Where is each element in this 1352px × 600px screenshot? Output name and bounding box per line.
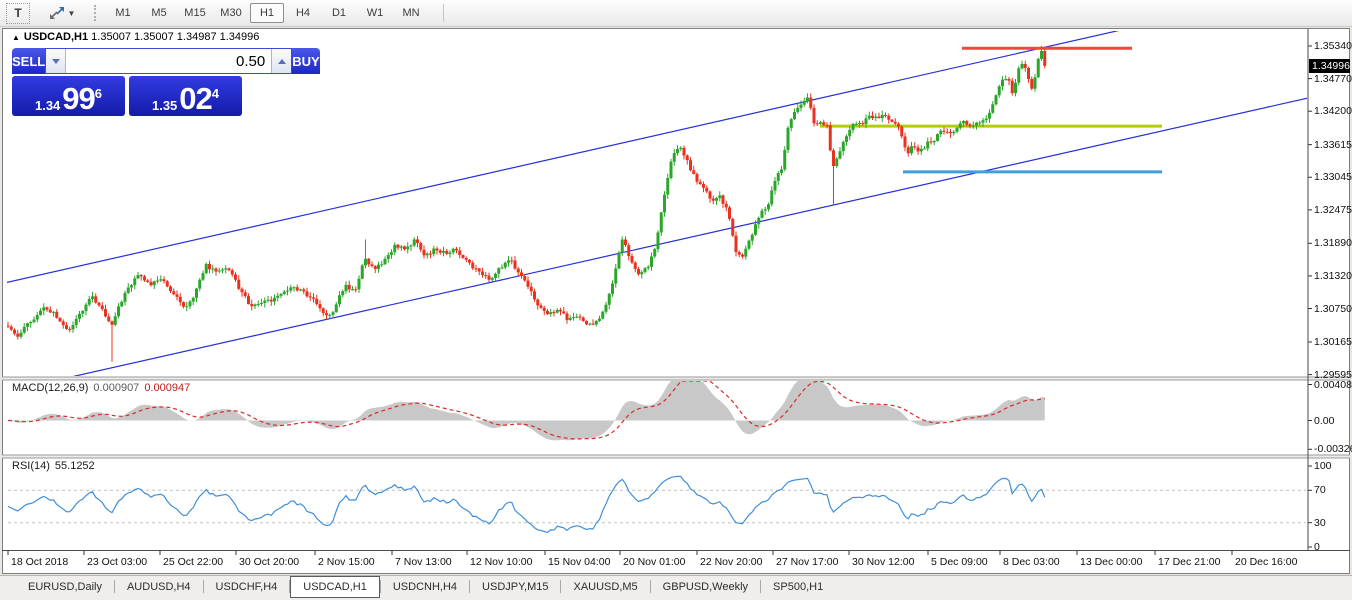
chart-tab-audusd[interactable]: AUDUSD,H4 — [115, 576, 203, 597]
time-axis-label: 20 Dec 16:00 — [1235, 556, 1297, 568]
time-axis-label: 25 Oct 22:00 — [163, 556, 223, 568]
volume-decrease-button[interactable] — [46, 49, 66, 73]
rsi-label: RSI(14)55.1252 — [12, 460, 95, 472]
time-axis-label: 30 Oct 20:00 — [239, 556, 299, 568]
chart-tab-bar: EURUSD,DailyAUDUSD,H4USDCHF,H4USDCAD,H1U… — [0, 575, 1352, 600]
price-axis-label: 1.32475 — [1314, 204, 1352, 216]
rsi-axis-label: 100 — [1314, 460, 1332, 472]
buy-button[interactable]: BUY — [292, 48, 319, 74]
chart-tab-usdcad[interactable]: USDCAD,H1 — [290, 576, 380, 598]
arrow-down-icon — [52, 59, 60, 64]
time-axis-label: 17 Dec 21:00 — [1158, 556, 1220, 568]
time-axis-label: 15 Nov 04:00 — [548, 556, 610, 568]
sell-price-sup: 6 — [95, 86, 102, 101]
time-axis-label: 5 Dec 09:00 — [931, 556, 988, 568]
arrow-up-icon — [278, 59, 286, 64]
sell-price-big: 99 — [62, 85, 94, 113]
time-axis-label: 18 Oct 2018 — [11, 556, 68, 568]
time-axis-label: 22 Nov 20:00 — [700, 556, 762, 568]
chart-tab-usdjpy[interactable]: USDJPY,M15 — [470, 576, 560, 597]
price-axis-label: 1.35340 — [1314, 40, 1352, 52]
chart-ohlc: 1.35007 1.35007 1.34987 1.34996 — [91, 31, 259, 43]
time-axis-label: 20 Nov 01:00 — [623, 556, 685, 568]
sell-price-prefix: 1.34 — [35, 98, 60, 113]
chart-tab-gbpusd[interactable]: GBPUSD,Weekly — [651, 576, 760, 597]
buy-price-prefix: 1.35 — [152, 98, 177, 113]
price-axis-label: 1.34770 — [1314, 73, 1352, 85]
rsi-value: 55.1252 — [55, 460, 95, 472]
chart-title: ▲ USDCAD,H1 1.35007 1.35007 1.34987 1.349… — [12, 31, 259, 43]
mt4-terminal: T ▼ M1M5M15M30H1H4D1W1MN ▲USDCAD,H1 1.35… — [0, 0, 1352, 600]
chart-symbol: USDCAD,H1 — [24, 31, 88, 43]
time-axis-label: 27 Nov 17:00 — [776, 556, 838, 568]
sell-button[interactable]: SELL — [12, 48, 45, 74]
chart-tab-sp500[interactable]: SP500,H1 — [761, 576, 835, 597]
rsi-axis-label: 70 — [1314, 484, 1326, 496]
price-axis-label: 1.31890 — [1314, 237, 1352, 249]
collapse-triangle-icon[interactable]: ▲ — [12, 33, 20, 42]
one-click-trading-panel: SELL BUY 1.34 99 6 1.35 — [12, 48, 242, 116]
volume-input[interactable] — [66, 49, 271, 73]
volume-increase-button[interactable] — [271, 49, 291, 73]
current-price-badge: 1.34996 — [1309, 59, 1350, 73]
macd-label: MACD(12,26,9)0.0009070.000947 — [12, 382, 190, 394]
price-axis-label: 1.33045 — [1314, 171, 1352, 183]
time-axis-label: 30 Nov 12:00 — [852, 556, 914, 568]
buy-price-big: 02 — [179, 85, 211, 113]
chart-tab-xauusd[interactable]: XAUUSD,M5 — [561, 576, 649, 597]
price-axis-label: 1.30165 — [1314, 336, 1352, 348]
rsi-axis-label: 0 — [1314, 541, 1320, 553]
rsi-line — [8, 476, 1045, 532]
macd-axis-label: 0.00 — [1314, 415, 1334, 427]
price-axis-label: 1.31320 — [1314, 270, 1352, 282]
volume-control — [45, 48, 292, 74]
macd-value-main: 0.000907 — [93, 382, 139, 394]
time-axis-label: 23 Oct 03:00 — [87, 556, 147, 568]
price-axis-label: 1.30750 — [1314, 303, 1352, 315]
rsi-pane — [8, 476, 1306, 532]
chart-tab-usdchf[interactable]: USDCHF,H4 — [204, 576, 290, 597]
macd-value-signal: 0.000947 — [144, 382, 190, 394]
time-axis-label: 2 Nov 15:00 — [318, 556, 375, 568]
time-axis-label: 8 Dec 03:00 — [1003, 556, 1060, 568]
price-axis-label: 1.33615 — [1314, 139, 1352, 151]
price-axis-label: 1.34200 — [1314, 105, 1352, 117]
buy-price-display[interactable]: 1.35 02 4 — [129, 76, 242, 116]
sell-price-display[interactable]: 1.34 99 6 — [12, 76, 125, 116]
time-axis-label: 12 Nov 10:00 — [470, 556, 532, 568]
time-axis-label: 13 Dec 00:00 — [1080, 556, 1142, 568]
macd-axis-label: -0.003262 — [1314, 443, 1352, 455]
chart-tab-eurusd[interactable]: EURUSD,Daily — [16, 576, 114, 597]
rsi-axis-label: 30 — [1314, 517, 1326, 529]
time-axis-label: 7 Nov 13:00 — [395, 556, 452, 568]
buy-price-sup: 4 — [212, 86, 219, 101]
chart-tab-usdcnh[interactable]: USDCNH,H4 — [381, 576, 469, 597]
macd-axis-label: 0.004083 — [1314, 379, 1352, 391]
